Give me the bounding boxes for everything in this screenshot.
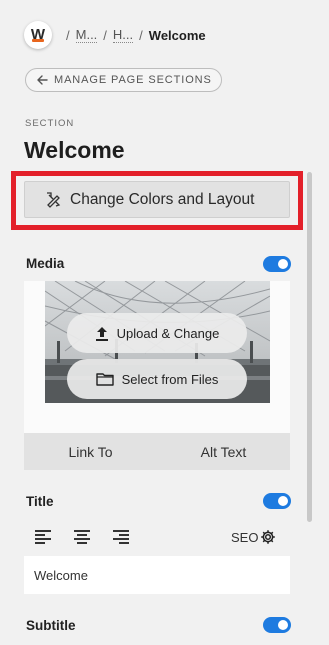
gear-icon: [260, 529, 276, 545]
section-label: SECTION: [25, 118, 75, 129]
logo-accent-bar: [32, 39, 44, 42]
breadcrumb-separator: /: [139, 27, 143, 43]
site-logo[interactable]: W: [24, 21, 52, 49]
select-from-files-button[interactable]: Select from Files: [67, 359, 247, 399]
arrow-left-icon: [37, 75, 48, 85]
scrollbar-thumb[interactable]: [307, 172, 312, 522]
change-colors-layout-button[interactable]: Change Colors and Layout: [24, 181, 290, 218]
manage-page-sections-label: MANAGE PAGE SECTIONS: [54, 74, 212, 86]
breadcrumb-item[interactable]: H...: [112, 27, 134, 43]
alt-text-button[interactable]: Alt Text: [157, 433, 290, 470]
title-input[interactable]: Welcome: [24, 556, 290, 594]
upload-change-button[interactable]: Upload & Change: [67, 313, 247, 353]
breadcrumb-current: Welcome: [148, 27, 206, 43]
seo-label: SEO: [231, 529, 259, 545]
title-label: Title: [26, 494, 54, 509]
upload-change-label: Upload & Change: [116, 325, 220, 341]
breadcrumb-item[interactable]: M...: [75, 27, 98, 43]
subtitle-toggle[interactable]: [263, 617, 291, 633]
breadcrumb: / M... / H... / Welcome: [60, 27, 206, 43]
change-colors-layout-label: Change Colors and Layout: [70, 190, 255, 208]
upload-icon: [95, 325, 109, 341]
select-from-files-label: Select from Files: [121, 371, 219, 387]
align-left-icon[interactable]: [35, 530, 51, 544]
breadcrumb-separator: /: [103, 27, 107, 43]
seo-settings-button[interactable]: SEO: [231, 529, 276, 545]
paint-tools-icon: [45, 191, 62, 208]
align-center-icon[interactable]: [74, 530, 90, 544]
align-right-icon[interactable]: [113, 530, 129, 544]
media-links-bar: Link To Alt Text: [24, 433, 290, 470]
media-toggle[interactable]: [263, 256, 291, 272]
manage-page-sections-button[interactable]: MANAGE PAGE SECTIONS: [25, 68, 222, 92]
folder-icon: [95, 372, 114, 386]
header: W / M... / H... / Welcome: [24, 20, 206, 50]
media-label: Media: [26, 256, 65, 271]
page-title: Welcome: [24, 137, 125, 163]
title-toggle[interactable]: [263, 493, 291, 509]
breadcrumb-separator: /: [66, 27, 70, 43]
link-to-button[interactable]: Link To: [24, 433, 157, 470]
subtitle-label: Subtitle: [26, 618, 76, 633]
